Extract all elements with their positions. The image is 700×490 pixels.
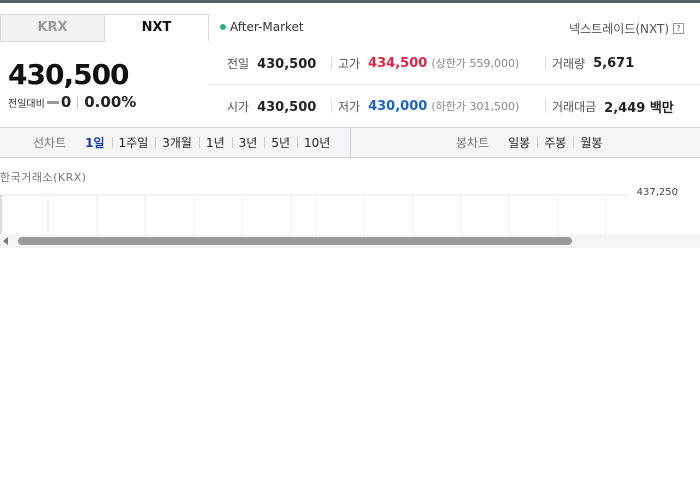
candle-daily[interactable]: 일봉 [501,134,537,151]
quote-label: 거래량 [552,56,586,71]
period-1w[interactable]: 1주일 [111,134,156,151]
quote-value: 434,500 [368,55,428,71]
quote-amount: 거래대금 2,449 백만 [545,99,674,116]
change-value: 0 [60,93,72,111]
period-10y[interactable]: 10년 [297,134,337,151]
period-split [350,128,351,157]
exchange-label: 넥스트레이드(NXT) [569,22,669,36]
quote-label: 저가 [338,99,361,114]
price-change: 전일대비 0 0.00% [8,93,136,111]
upper-limit-value: 559,000 [469,57,515,70]
quote-value: 2,449 백만 [604,100,674,116]
market-tabs: KRX NXT [0,14,209,42]
quote-grid: 전일 430,500 고가 434,500 (상한가 559,000) 거래량 … [209,42,700,127]
change-label: 전일대비 [8,98,45,110]
period-1y[interactable]: 1년 [198,134,232,151]
flat-icon [46,100,59,104]
candle-monthly[interactable]: 월봉 [573,134,609,151]
quote-high: 고가 434,500 (상한가 559,000) [331,55,519,71]
scroll-thumb[interactable] [18,237,572,245]
exchange-info: 넥스트레이드(NXT) ? [569,20,684,37]
tab-krx[interactable]: KRX [0,14,105,42]
period-1d[interactable]: 1일 [78,134,111,151]
line-chart-periods: 선차트 1일 1주일 3개월 1년 3년 5년 10년 [33,128,337,157]
quote-label: 전일 [227,56,250,71]
change-separator [77,96,79,108]
candle-chart-periods: 봉차트 일봉 주봉 월봉 [456,128,609,157]
quote-prev-close: 전일 430,500 [227,55,316,72]
tab-nxt[interactable]: NXT [105,14,209,42]
help-icon[interactable]: ? [673,23,684,34]
top-border [0,0,700,3]
quote-row: 시가 430,500 저가 430,000 (하한가 301,500) 거래대금… [209,85,700,127]
lower-limit: (하한가 301,500) [431,98,519,114]
scroll-left-icon[interactable] [3,237,8,245]
candle-chart-title: 봉차트 [456,136,490,150]
session-status: After-Market [220,20,304,34]
period-3m[interactable]: 3개월 [155,134,199,151]
quote-label: 고가 [338,56,361,71]
upper-limit-close: ) [514,57,520,70]
line-chart-title: 선차트 [33,136,67,150]
price-chart [0,194,630,234]
upper-limit-label: (상한가 [431,57,466,70]
quote-label: 거래대금 [552,99,597,114]
quote-value: 5,671 [593,55,635,71]
session-label: After-Market [230,20,304,34]
lower-limit-close: ) [514,100,520,113]
lower-limit-value: 301,500 [469,100,515,113]
chart-source-label: 한국거래소(KRX) [0,171,87,184]
quote-value: 430,000 [368,98,428,114]
period-3y[interactable]: 3년 [231,134,265,151]
change-rate: 0.00% [84,93,137,111]
candle-weekly[interactable]: 주봉 [537,134,573,151]
period-5y[interactable]: 5년 [264,134,297,151]
quote-volume: 거래량 5,671 [545,55,635,71]
chart-period-bar: 선차트 1일 1주일 3개월 1년 3년 5년 10년 봉차트 일봉 주봉 월봉 [0,127,700,158]
quote-open: 시가 430,500 [227,98,316,115]
horizontal-scrollbar[interactable] [0,234,700,248]
status-dot-icon [220,24,226,30]
lower-limit-label: (하한가 [431,100,466,113]
upper-limit: (상한가 559,000) [431,55,519,71]
quote-value: 430,500 [257,56,317,72]
quote-label: 시가 [227,99,250,114]
quote-value: 430,500 [257,99,317,115]
quote-row: 전일 430,500 고가 434,500 (상한가 559,000) 거래량 … [209,42,700,84]
quote-low: 저가 430,000 (하한가 301,500) [331,98,519,114]
current-price: 430,500 [8,58,130,91]
